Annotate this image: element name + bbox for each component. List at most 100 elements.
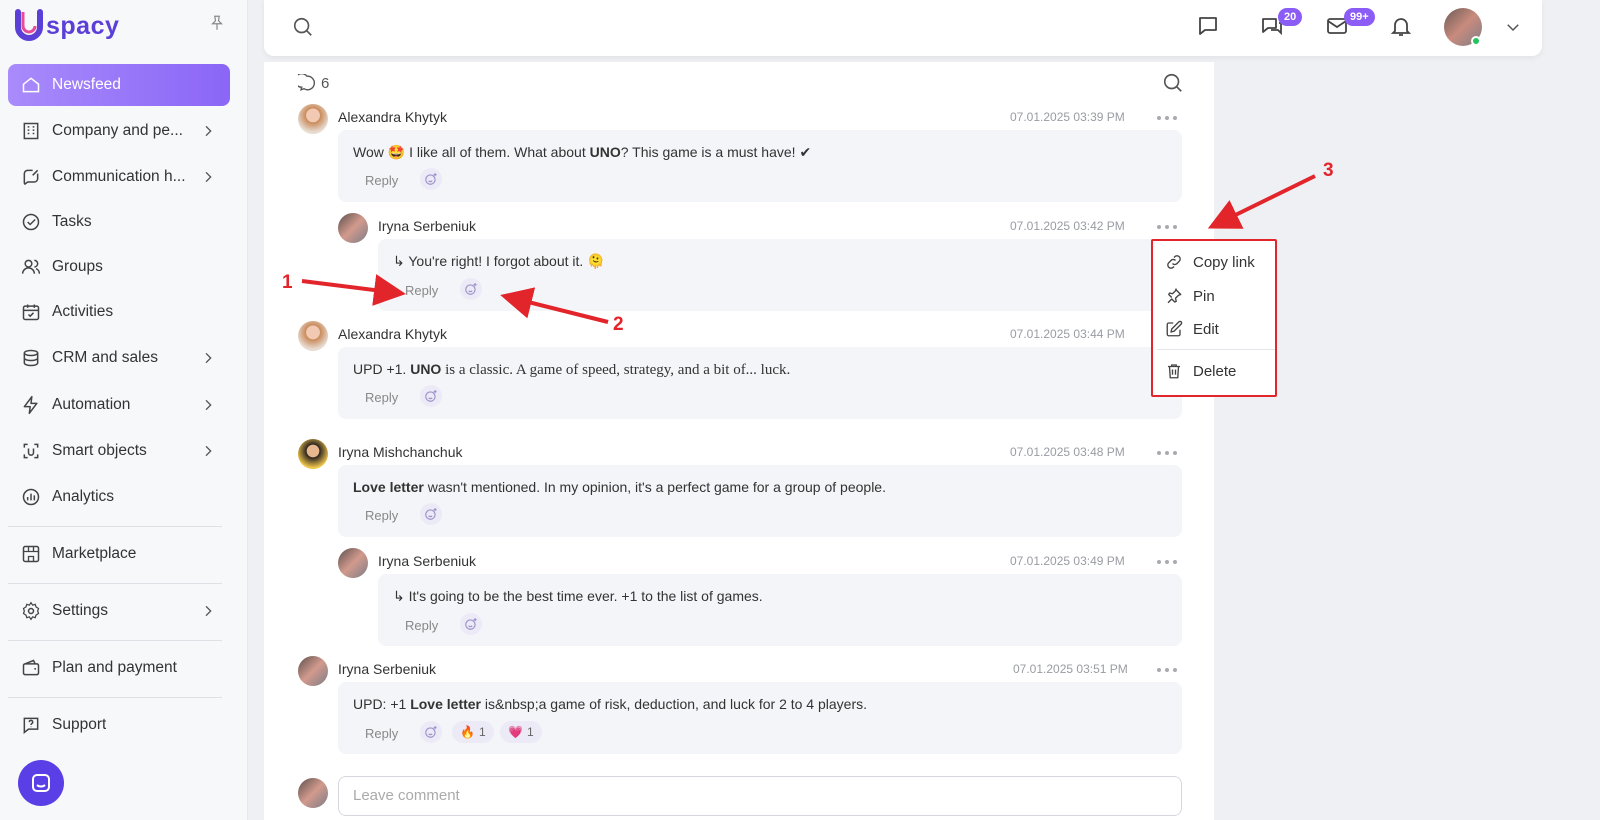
sidebar-item-label: Activities [52, 303, 114, 320]
menu-item-copy-link[interactable]: Copy link [1165, 250, 1255, 274]
chevron-right-icon [205, 399, 212, 411]
reply-button[interactable]: Reply [365, 173, 398, 188]
add-reaction-icon[interactable] [420, 168, 442, 190]
menu-item-label: Pin [1193, 287, 1215, 305]
comment-author[interactable]: Iryna Serbeniuk [338, 661, 436, 677]
chat-edit-icon [20, 166, 42, 188]
comment-icon [298, 74, 315, 91]
sidebar-item-company[interactable]: Company and pe... [8, 110, 230, 152]
sidebar-item-analytics[interactable]: Analytics [8, 476, 230, 518]
bell-icon[interactable] [1389, 14, 1413, 38]
comment-bubble: UPD: +1 Love letter is&nbsp;a game of ri… [338, 682, 1182, 754]
comment-text: Love letter wasn't mentioned. In my opin… [353, 479, 886, 495]
sidebar-item-marketplace[interactable]: Marketplace [8, 533, 230, 575]
menu-item-label: Delete [1193, 362, 1237, 380]
avatar[interactable] [298, 656, 328, 686]
sidebar-item-label: Smart objects [52, 442, 147, 459]
annotation-label-2: 2 [613, 314, 624, 335]
comment-input[interactable] [353, 787, 1153, 804]
online-status-dot [1471, 36, 1481, 46]
message-icon[interactable] [1196, 14, 1220, 38]
search-icon[interactable] [292, 16, 314, 38]
chevron-right-icon [205, 352, 212, 364]
link-icon [1167, 255, 1181, 269]
menu-item-label: Copy link [1193, 253, 1255, 271]
sidebar-item-groups[interactable]: Groups [8, 246, 230, 288]
sidebar-item-activities[interactable]: Activities [8, 291, 230, 333]
add-reaction-icon[interactable] [460, 613, 482, 635]
heart-icon: 💗 [508, 725, 523, 739]
sidebar-item-smart-objects[interactable]: Smart objects [8, 430, 230, 472]
home-icon [20, 74, 42, 96]
comment-author[interactable]: Alexandra Khytyk [338, 109, 447, 125]
reply-button[interactable]: Reply [405, 283, 438, 298]
more-options-icon[interactable] [1157, 223, 1177, 231]
chat-icon [32, 774, 50, 792]
more-options-icon[interactable] [1157, 114, 1177, 122]
sidebar-item-label: Company and pe... [52, 122, 183, 139]
avatar[interactable] [338, 548, 368, 578]
menu-item-label: Edit [1193, 320, 1219, 338]
comment-bubble: Love letter wasn't mentioned. In my opin… [338, 465, 1182, 537]
comment-author[interactable]: Iryna Serbeniuk [378, 553, 476, 569]
reaction-fire[interactable]: 🔥 1 [452, 721, 494, 743]
avatar[interactable] [298, 439, 328, 469]
menu-item-pin[interactable]: Pin [1165, 284, 1215, 308]
comment-text: ↳ You're right! I forgot about it. 🫠 [393, 253, 605, 269]
sidebar-item-support[interactable]: Support [8, 704, 230, 746]
pin-sidebar-icon[interactable] [208, 14, 226, 32]
reply-button[interactable]: Reply [365, 508, 398, 523]
comment-author[interactable]: Iryna Mishchanchuk [338, 444, 463, 460]
sidebar-item-tasks[interactable]: Tasks [8, 201, 230, 243]
avatar[interactable] [298, 321, 328, 351]
sidebar-item-plan[interactable]: Plan and payment [8, 647, 230, 689]
add-reaction-icon[interactable] [420, 721, 442, 743]
comment-bubble: ↳ It's going to be the best time ever. +… [378, 574, 1182, 646]
sidebar-item-automation[interactable]: Automation [8, 384, 230, 426]
chevron-right-icon [205, 171, 212, 183]
comment-author[interactable]: Iryna Serbeniuk [378, 218, 476, 234]
sidebar-item-newsfeed[interactable]: Newsfeed [8, 64, 230, 106]
wallet-icon [20, 657, 42, 679]
menu-item-edit[interactable]: Edit [1165, 317, 1219, 341]
more-options-icon[interactable] [1157, 449, 1177, 457]
avatar[interactable] [338, 213, 368, 243]
chevron-down-icon[interactable] [1504, 18, 1522, 36]
comment-input-box[interactable] [338, 776, 1182, 816]
more-options-icon[interactable] [1157, 558, 1177, 566]
support-chat-button[interactable] [18, 760, 64, 806]
sidebar-item-communication[interactable]: Communication h... [8, 156, 230, 198]
chevron-right-icon [205, 445, 212, 457]
comment-text: ↳ It's going to be the best time ever. +… [393, 588, 763, 604]
sidebar-item-label: Tasks [52, 213, 92, 230]
logo-mark-icon [15, 9, 43, 41]
reply-button[interactable]: Reply [365, 390, 398, 405]
add-reaction-icon[interactable] [420, 503, 442, 525]
comment-text: UPD: +1 Love letter is&nbsp;a game of ri… [353, 696, 867, 712]
comment-time: 07.01.2025 03:39 PM [1010, 110, 1125, 124]
add-reaction-icon[interactable] [420, 385, 442, 407]
sidebar-item-label: Plan and payment [52, 659, 177, 676]
more-options-icon[interactable] [1157, 666, 1177, 674]
reaction-count: 1 [526, 725, 534, 739]
app-logo[interactable]: spacy [14, 8, 119, 44]
sidebar-item-label: Analytics [52, 488, 115, 505]
sidebar-item-label: Groups [52, 258, 103, 275]
sidebar-item-settings[interactable]: Settings [8, 590, 230, 632]
sidebar-item-label: Automation [52, 396, 131, 413]
sidebar-item-crm[interactable]: CRM and sales [8, 337, 230, 379]
reaction-heart[interactable]: 💗 1 [500, 721, 542, 743]
avatar[interactable] [298, 104, 328, 134]
sidebar-divider [8, 697, 222, 698]
search-comments-icon[interactable] [1162, 72, 1184, 94]
gear-icon [20, 600, 42, 622]
comment-author[interactable]: Alexandra Khytyk [338, 326, 447, 342]
comment-time: 07.01.2025 03:49 PM [1010, 554, 1125, 568]
reply-button[interactable]: Reply [405, 618, 438, 633]
sidebar-divider [8, 640, 222, 641]
add-reaction-icon[interactable] [460, 278, 482, 300]
reply-button[interactable]: Reply [365, 726, 398, 741]
annotation-label-3: 3 [1323, 160, 1334, 181]
menu-item-delete[interactable]: Delete [1165, 359, 1236, 383]
chevron-right-icon [205, 125, 212, 137]
